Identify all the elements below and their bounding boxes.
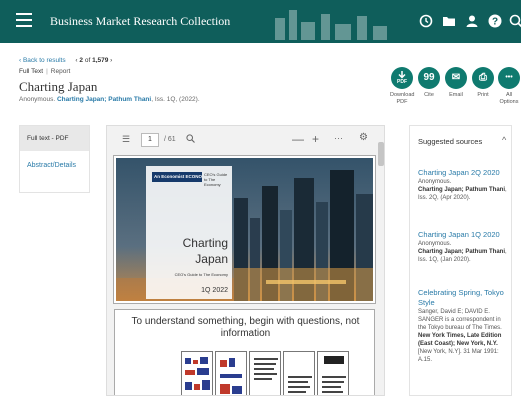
menu-icon[interactable] xyxy=(16,13,32,29)
result-position: ‹ 2 of 1,579 › xyxy=(75,57,113,64)
folder-icon[interactable] xyxy=(441,14,457,30)
breadcrumb: ‹ Back to results ‹ 2 of 1,579 › xyxy=(19,57,112,64)
economist-logo: An Economist ECONOMY xyxy=(152,172,202,182)
suggested-source-author: Sanger, David E; DAVID E. SANGER is a co… xyxy=(418,309,502,331)
page2-figure xyxy=(181,351,213,395)
issue: Iss. 1Q, (2022). xyxy=(154,96,200,103)
email-label: Email xyxy=(449,92,463,98)
viewer-scrollbar[interactable] xyxy=(378,142,384,166)
suggested-source-item: Charting Japan 2Q 2020 Anonymous. Charti… xyxy=(418,168,510,202)
document-format: Full Text | Report xyxy=(19,68,71,75)
cover-panel: An Economist ECONOMY CEO's Guide to The … xyxy=(146,166,232,299)
cite-label: Cite xyxy=(424,92,434,98)
tab-full-text-pdf[interactable]: Full text - PDF xyxy=(20,126,89,151)
suggested-source-link[interactable]: Celebrating Spring, Tokyo Style xyxy=(418,288,510,308)
find-icon[interactable] xyxy=(186,134,195,145)
suggested-source-item: Celebrating Spring, Tokyo Style Sanger, … xyxy=(418,288,510,364)
author[interactable]: Anonymous. xyxy=(19,96,55,103)
email-button[interactable]: ✉ Email xyxy=(444,67,468,99)
svg-text:?: ? xyxy=(492,17,498,28)
brand-title[interactable]: Business Market Research Collection xyxy=(50,14,230,29)
cover-title-line1: Charting xyxy=(182,236,228,250)
header-decoration xyxy=(275,10,387,40)
email-icon: ✉ xyxy=(445,67,467,89)
publication-link[interactable]: Charting Japan; Pathum Thani xyxy=(57,96,151,103)
download-pdf-icon: PDF xyxy=(391,67,413,89)
all-options-label: All Options xyxy=(499,92,519,105)
download-pdf-button[interactable]: PDF Download PDF xyxy=(390,67,414,105)
format-label: Full Text xyxy=(19,68,44,75)
outline-icon[interactable]: ☰ xyxy=(122,135,130,144)
page-total: / 61 xyxy=(164,136,176,143)
download-pdf-label: Download PDF xyxy=(390,92,415,105)
suggested-sources-panel: Suggested sources ^ Charting Japan 2Q 20… xyxy=(409,125,512,396)
pdf-page-2: To understand something, begin with ques… xyxy=(114,309,375,395)
page2-figure xyxy=(317,351,349,395)
history-icon[interactable] xyxy=(418,14,434,30)
suggested-source-publication: Charting Japan; Pathum Thani xyxy=(418,187,506,193)
pdf-viewer: ☰ 1 / 61 — + ··· ⚙ An Economist ECONO CE… xyxy=(106,125,385,396)
user-icon[interactable] xyxy=(464,14,480,30)
citation-line: Anonymous. Charting Japan; Pathum Thani,… xyxy=(19,96,200,103)
tab-abstract-details[interactable]: Abstract/Details xyxy=(20,151,80,171)
page-number-input[interactable]: 1 xyxy=(141,133,159,147)
cover-subtitle: CEO's Guide to The Economy xyxy=(174,272,228,277)
top-bar: Business Market Research Collection ? xyxy=(0,0,521,43)
cover-tag: CEO's Guide to The Economy xyxy=(204,172,228,187)
help-icon[interactable]: ? xyxy=(487,14,503,30)
all-options-button[interactable]: ••• All Options xyxy=(497,67,521,105)
suggested-source-link[interactable]: Charting Japan 1Q 2020 xyxy=(418,230,510,240)
document-tabs: Full text - PDF Abstract/Details xyxy=(19,125,90,193)
cite-button[interactable]: 99 Cite xyxy=(417,67,441,99)
suggested-source-publication: Charting Japan; Pathum Thani xyxy=(418,249,506,255)
cover-date: 1Q 2022 xyxy=(201,287,228,294)
gear-icon[interactable]: ⚙ xyxy=(359,132,368,143)
suggested-source-item: Charting Japan 1Q 2020 Anonymous. Charti… xyxy=(418,230,510,264)
suggested-source-link[interactable]: Charting Japan 2Q 2020 xyxy=(418,168,510,178)
suggested-source-issue: Iss. 2Q, (Apr 2020). xyxy=(418,195,471,201)
suggested-sources-title: Suggested sources xyxy=(418,137,483,146)
pdf-page-cover: An Economist ECONOMY CEO's Guide to The … xyxy=(113,155,376,304)
cite-icon: 99 xyxy=(418,67,440,89)
cover-title-line2: Japan xyxy=(195,252,228,266)
suggested-source-issue: [New York, N.Y]. 31 Mar 1991: A.15. xyxy=(418,349,499,363)
suggested-source-author: Anonymous. xyxy=(418,179,452,185)
collapse-chevron-icon[interactable]: ^ xyxy=(502,135,506,145)
zoom-in-button[interactable]: + xyxy=(312,132,319,146)
suggested-source-publication: New York Times, Late Edition (East Coast… xyxy=(418,333,502,347)
viewer-more-button[interactable]: ··· xyxy=(334,133,343,143)
page-title: Charting Japan xyxy=(19,79,98,94)
print-icon: ⎙ xyxy=(472,67,494,89)
print-button[interactable]: ⎙ Print xyxy=(471,67,495,99)
page2-heading: To understand something, begin with ques… xyxy=(131,316,360,339)
type-label: Report xyxy=(50,68,71,75)
zoom-out-button[interactable]: — xyxy=(292,132,304,146)
page2-figure xyxy=(215,351,247,395)
suggested-source-issue: Iss. 1Q, (Jan 2020). xyxy=(418,257,471,263)
search-icon[interactable] xyxy=(508,14,521,30)
page2-figure xyxy=(283,351,315,395)
viewer-toolbar: ☰ 1 / 61 — + ··· ⚙ xyxy=(107,126,384,154)
back-to-results-link[interactable]: ‹ Back to results xyxy=(19,57,66,64)
more-icon: ••• xyxy=(498,67,520,89)
print-label: Print xyxy=(477,92,489,98)
suggested-source-author: Anonymous. xyxy=(418,241,452,247)
page2-figure xyxy=(249,351,281,395)
